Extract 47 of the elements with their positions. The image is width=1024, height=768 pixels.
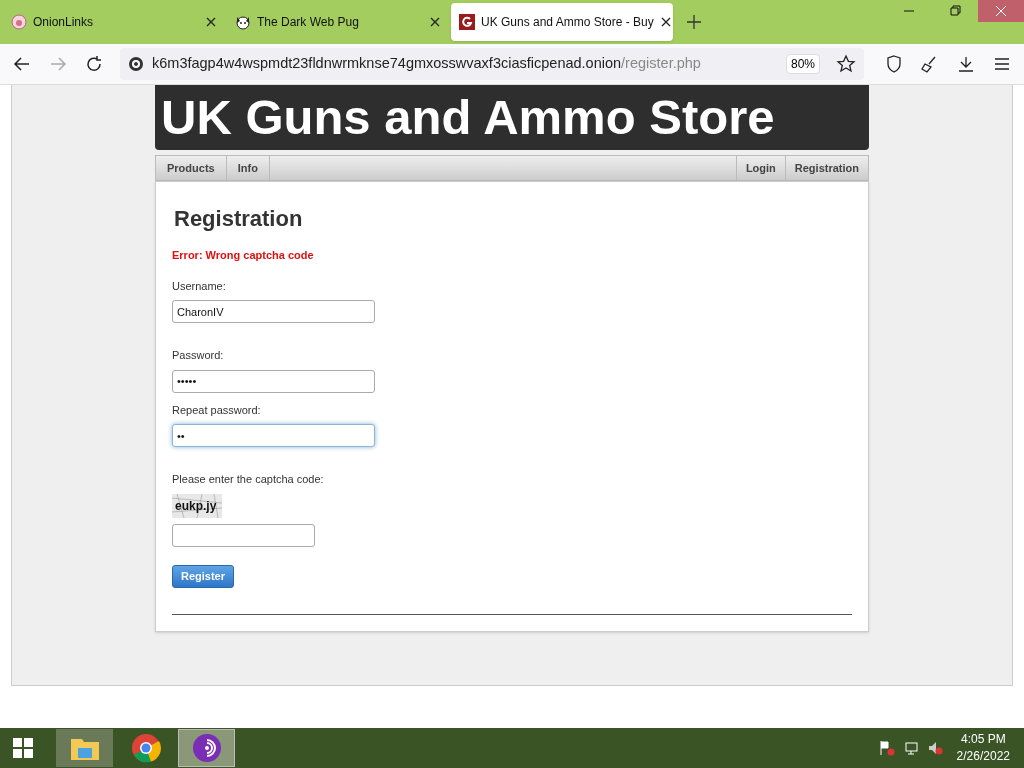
field-label: Repeat password:: [172, 402, 262, 418]
reload-icon[interactable]: [84, 54, 104, 74]
field-label: Please enter the captcha code:: [172, 472, 325, 487]
speaker-muted-icon[interactable]: [926, 740, 943, 756]
chrome-icon: [130, 733, 161, 763]
input-field[interactable]: [172, 523, 315, 547]
tor-icon: [191, 733, 222, 763]
network-icon[interactable]: [902, 740, 919, 756]
g-logo-icon: [459, 14, 475, 30]
close-icon[interactable]: [205, 16, 217, 28]
windows-start-icon[interactable]: [13, 738, 33, 758]
clock-date[interactable]: 2/26/2022: [956, 748, 1010, 765]
input-field[interactable]: ••: [172, 424, 375, 447]
browser-tab[interactable]: OnionLinks: [3, 3, 225, 41]
url-text: k6m3fagp4w4wspmdt23fldnwrmknse74gmxosswvaxf3ciasficpenad.onion/register.php: [152, 54, 702, 74]
nav-link[interactable]: Registration: [784, 156, 868, 180]
flag-icon[interactable]: [878, 740, 895, 756]
onion-icon: [11, 14, 27, 30]
nav-link[interactable]: Info: [226, 156, 270, 180]
taskbar-app[interactable]: [178, 729, 235, 767]
shield-icon[interactable]: [884, 54, 904, 74]
close-icon[interactable]: [659, 16, 672, 28]
close-icon[interactable]: [429, 16, 441, 28]
new-tab-icon[interactable]: [686, 14, 702, 30]
store-banner: UK Guns and Ammo Store: [155, 85, 869, 150]
page-heading: Registration: [174, 205, 304, 233]
browser-tab[interactable]: The Dark Web Pug: [227, 3, 449, 41]
tab-title: OnionLinks: [33, 14, 95, 31]
browser-tab[interactable]: UK Guns and Ammo Store - Buy: [451, 3, 673, 41]
nav-link[interactable]: Products: [156, 156, 227, 180]
tab-title: UK Guns and Ammo Store - Buy: [481, 14, 654, 31]
captcha-image: eukp.jy: [172, 493, 222, 518]
error-message: Error: Wrong captcha code: [172, 248, 315, 263]
dog-icon: [235, 14, 251, 30]
download-icon[interactable]: [956, 54, 976, 74]
nav-link[interactable]: Login: [735, 156, 785, 180]
input-field[interactable]: CharonIV: [172, 300, 375, 323]
star-icon[interactable]: [836, 54, 856, 74]
zoom-level[interactable]: 80%: [785, 54, 820, 74]
field-label: Username:: [172, 278, 227, 294]
field-label: Password:: [172, 348, 225, 363]
taskbar-app[interactable]: [56, 729, 113, 767]
clock-time[interactable]: 4:05 PM: [960, 731, 1006, 748]
input-field[interactable]: •••••: [172, 369, 375, 393]
tab-title: The Dark Web Pug: [257, 14, 360, 31]
onion-site-icon: [128, 56, 144, 72]
address-bar[interactable]: k6m3fagp4w4wspmdt23fldnwrmknse74gmxosswvaxf3ciasficpenad.onion/register.php 80%: [120, 48, 864, 80]
